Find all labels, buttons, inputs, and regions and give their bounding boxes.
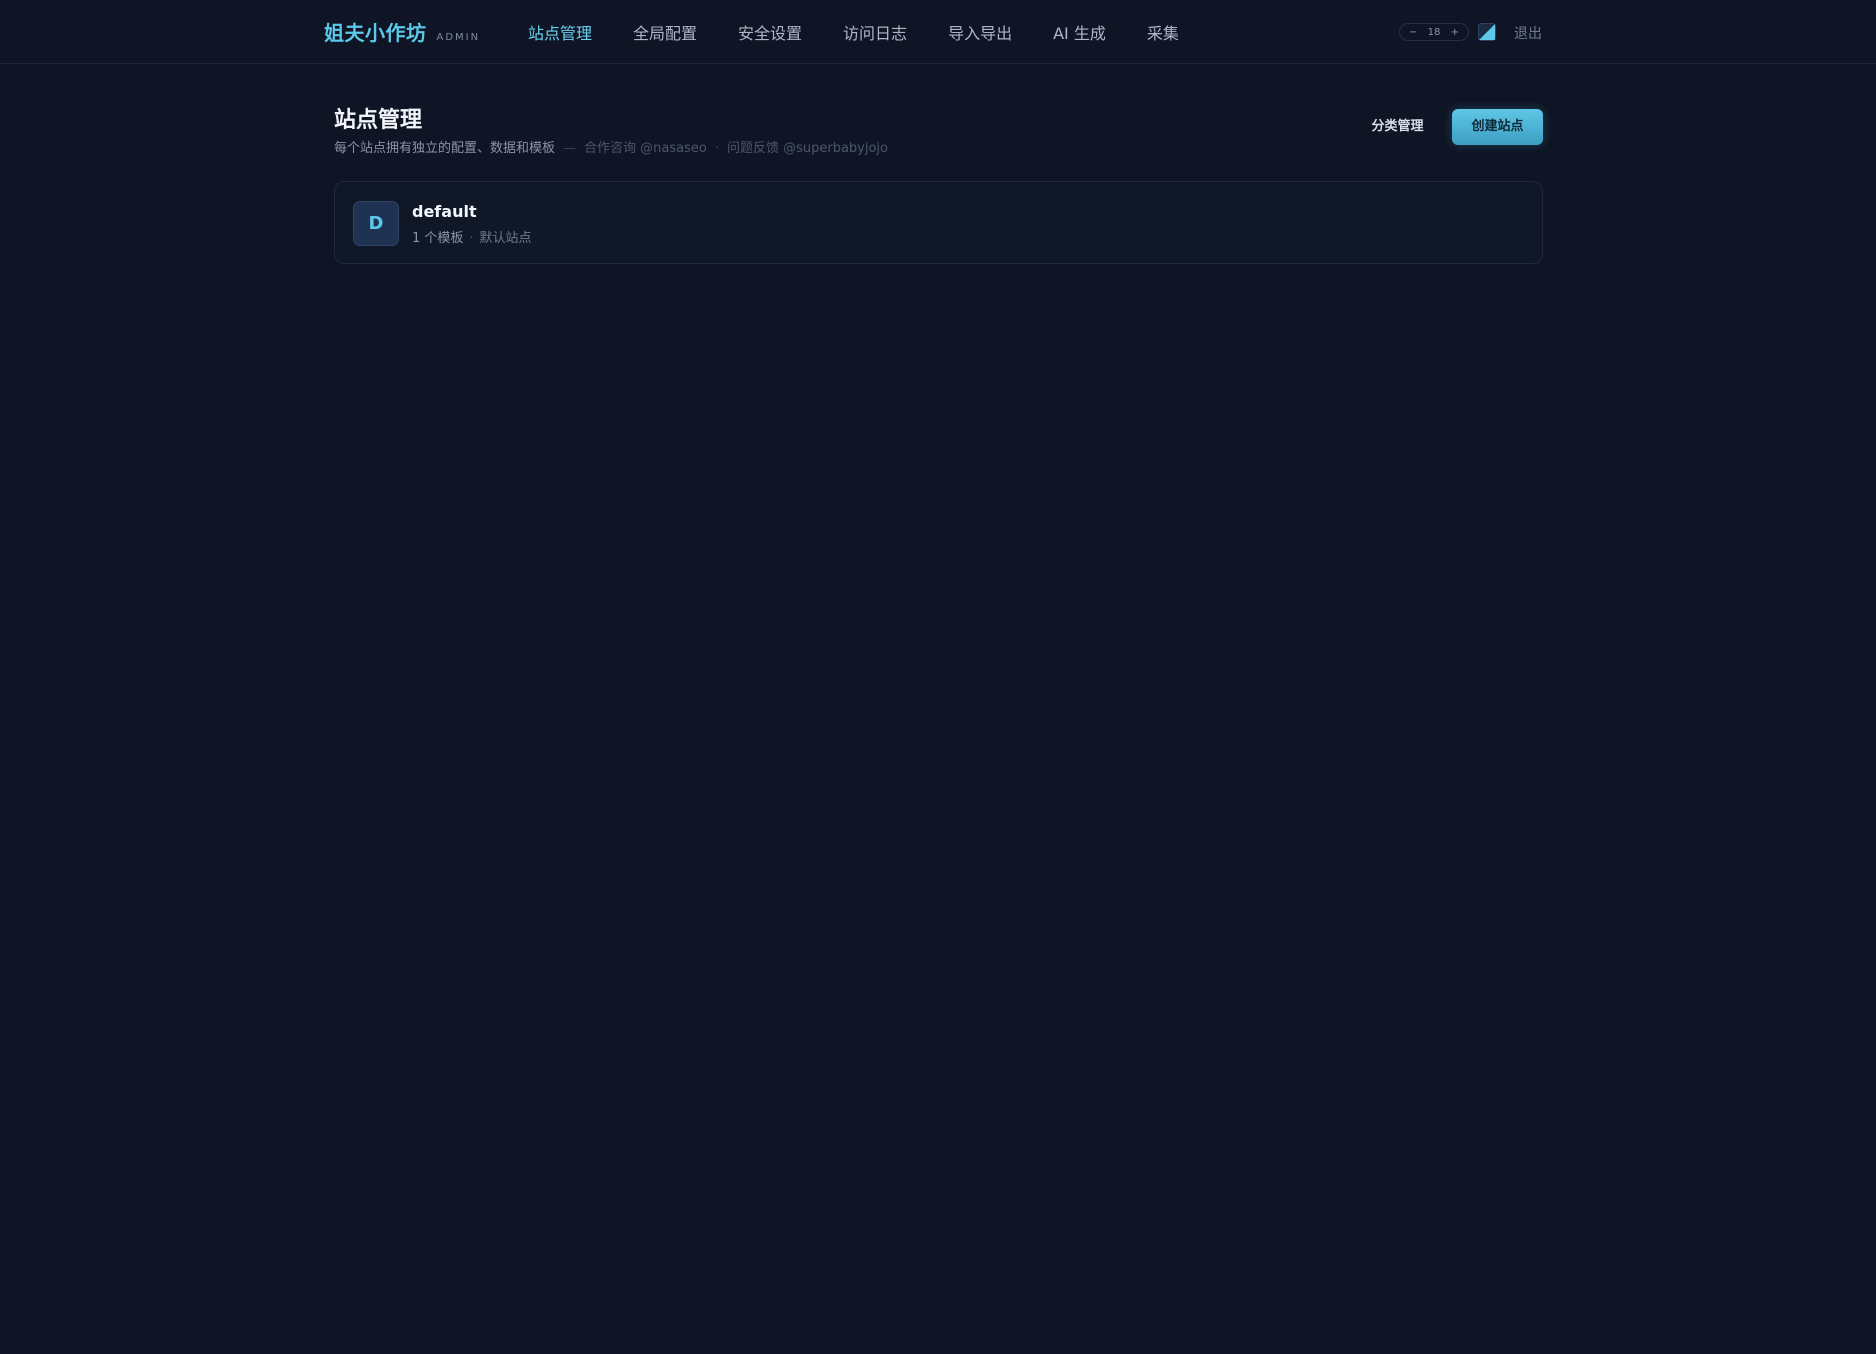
brand-name: 姐夫小作坊: [324, 21, 427, 45]
nav-item-sites[interactable]: 站点管理: [528, 20, 592, 44]
page-subtitle: 每个站点拥有独立的配置、数据和模板 — 合作咨询 @nasaseo · 问题反馈 @su…: [334, 137, 888, 156]
font-size-control: − 18 +: [1399, 23, 1469, 41]
create-site-button[interactable]: 创建站点: [1452, 109, 1543, 145]
logout-button[interactable]: 退出: [1514, 23, 1542, 43]
zoom-out-button[interactable]: −: [1409, 27, 1417, 38]
contrast-icon[interactable]: [1478, 23, 1496, 41]
page-title: 站点管理: [334, 108, 423, 133]
feedback-link[interactable]: 问题反馈 @superbabyjojo: [727, 141, 888, 156]
nav-item-security[interactable]: 安全设置: [738, 20, 802, 44]
brand[interactable]: 姐夫小作坊 ADMIN: [324, 17, 480, 46]
top-navbar: 姐夫小作坊 ADMIN 站点管理 全局配置 安全设置 访问日志 导入导出 AI …: [0, 0, 1876, 64]
site-name: default: [412, 202, 477, 221]
main-nav: 站点管理 全局配置 安全设置 访问日志 导入导出 AI 生成 采集: [528, 20, 1179, 44]
site-avatar: D: [353, 201, 399, 246]
font-size-value: 18: [1427, 26, 1441, 38]
site-template-count: 1 个模板: [412, 231, 464, 246]
page-description: 每个站点拥有独立的配置、数据和模板: [334, 141, 556, 156]
site-meta-dot: ·: [469, 231, 474, 246]
subtitle-dot: ·: [714, 141, 719, 156]
nav-item-access-log[interactable]: 访问日志: [843, 20, 907, 44]
site-meta: 1 个模板 · 默认站点: [412, 227, 532, 246]
nav-item-ai-generate[interactable]: AI 生成: [1053, 20, 1106, 44]
brand-tag: ADMIN: [436, 32, 481, 43]
site-card[interactable]: D default 1 个模板 · 默认站点: [334, 181, 1543, 264]
contact-link[interactable]: 合作咨询 @nasaseo: [584, 141, 707, 156]
zoom-in-button[interactable]: +: [1451, 27, 1459, 38]
nav-item-import-export[interactable]: 导入导出: [948, 20, 1012, 44]
subtitle-separator: —: [563, 141, 577, 156]
site-default-badge: 默认站点: [479, 231, 532, 246]
nav-item-global-config[interactable]: 全局配置: [633, 20, 697, 44]
category-manage-button[interactable]: 分类管理: [1360, 109, 1435, 145]
nav-item-collect[interactable]: 采集: [1147, 20, 1179, 44]
